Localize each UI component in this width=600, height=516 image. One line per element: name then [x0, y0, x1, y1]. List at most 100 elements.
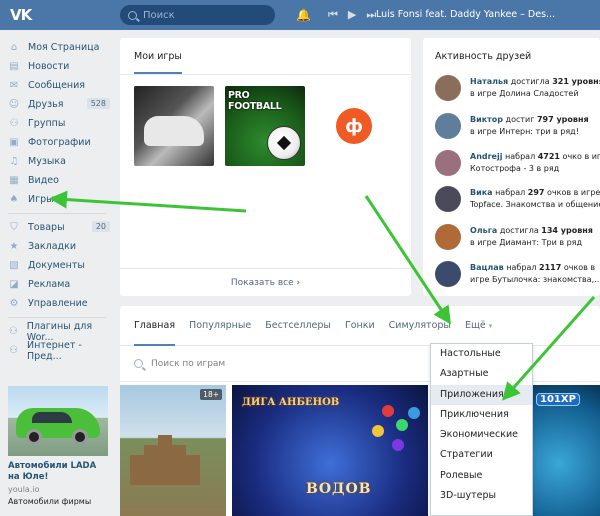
friend-activity-item[interactable]: Вацлав набрал 2117 очков в игре Бутылочка… [435, 261, 600, 291]
avatar[interactable] [435, 261, 461, 287]
friend-name[interactable]: Наталья [470, 77, 508, 86]
sidebar-item-friends[interactable]: ☺ Друзья 528 [0, 95, 112, 114]
friend-activity-text: Наталья достигла 321 уровня в игре Долин… [470, 77, 600, 98]
games-search-placeholder: Поиск по играм [151, 358, 226, 369]
friend-name[interactable]: Виктор [470, 115, 503, 124]
menu-item-economic[interactable]: Экономические [431, 425, 532, 445]
sidebar-item-news[interactable]: ▤ Новости [0, 57, 112, 76]
sidebar-item-plugins[interactable]: ⚇ Плагины для Wor... [0, 321, 112, 343]
game-banner-101xp[interactable]: 101XP [532, 385, 600, 516]
search-input[interactable]: Поиск [120, 5, 275, 25]
game-thumb-racing[interactable] [134, 86, 214, 166]
game-banner-match3[interactable]: ДИГА АНБЕНОВ ВОДОВ [232, 385, 428, 516]
bell-icon[interactable]: 🔔 [296, 8, 311, 22]
tab-main[interactable]: Главная [134, 306, 176, 346]
sidebar-item-documents[interactable]: ▧ Документы [0, 256, 112, 275]
menu-item-rpg[interactable]: Ролевые [431, 466, 532, 486]
search-placeholder: Поиск [143, 9, 175, 21]
divider [8, 213, 106, 214]
friend-name[interactable]: Ольга [470, 226, 497, 235]
friends-activity-title: Активность друзей [435, 51, 532, 62]
chevron-right-icon: › [296, 278, 301, 288]
chevron-down-icon: ▾ [488, 321, 493, 330]
friend-game[interactable]: Котострофа - 3 в ряд [470, 164, 559, 173]
sidebar-item-messages[interactable]: ✉ Сообщения [0, 76, 112, 95]
gem-icon [372, 425, 384, 437]
tab-my-games[interactable]: Мои игры [134, 51, 182, 74]
friend-activity-item[interactable]: Ольга достигла 134 уровня в игре Диамант… [435, 224, 600, 254]
gem-icon [392, 439, 404, 451]
prev-track-icon[interactable]: ⏮ [328, 8, 338, 22]
friend-activity-item[interactable]: Andrejj набрал 4721 очко в игреКотостроф… [435, 150, 600, 180]
friend-name[interactable]: Вацлав [470, 263, 504, 272]
ad-title[interactable]: Автомобили LADA на Юле! [8, 461, 108, 483]
goods-icon: ⛉ [10, 222, 18, 233]
friend-activity-item[interactable]: Виктор достиг 797 уровня в игре Интерн: … [435, 113, 600, 143]
avatar[interactable] [435, 150, 461, 176]
sidebar-ad[interactable]: Автомобили LADA на Юле! youla.io Автомоб… [8, 386, 108, 507]
vk-logo[interactable]: VK [10, 6, 32, 24]
sidebar-item-music[interactable]: ♫ Музыка [0, 152, 112, 171]
menu-item-board[interactable]: Настольные [431, 344, 532, 364]
game-thumb-pro-football[interactable]: PRO FOOTBALL [225, 86, 305, 166]
search-icon [128, 10, 137, 20]
tab-racing[interactable]: Гонки [345, 306, 375, 346]
friend-game[interactable]: в игре Интерн: три в ряд! [470, 127, 579, 136]
sidebar-item-video[interactable]: ▦ Видео [0, 171, 112, 190]
tab-bestsellers[interactable]: Бестселлеры [265, 306, 331, 346]
sidebar-item-games[interactable]: ♠ Игры [0, 190, 112, 209]
menu-item-3d-shooters[interactable]: 3D-шутеры [431, 486, 532, 506]
menu-item-gambling[interactable]: Азартные [431, 364, 532, 384]
friend-name[interactable]: Вика [470, 188, 493, 197]
games-icon: ♠ [9, 194, 19, 205]
fortress-illustration [130, 435, 200, 485]
tab-popular[interactable]: Популярные [189, 306, 251, 346]
manage-icon: ⚙ [9, 298, 19, 309]
sidebar-item-goods[interactable]: ⛉ Товары 20 [0, 218, 112, 237]
friend-activity-item[interactable]: Наталья достигла 321 уровня в игре Долин… [435, 75, 600, 105]
sidebar-item-my-page[interactable]: ⌂ Моя Страница [0, 38, 112, 57]
tab-simulators[interactable]: Симуляторы [389, 306, 451, 346]
age-badge: 18+ [200, 389, 222, 400]
ad-image[interactable] [8, 386, 108, 456]
menu-item-adventure[interactable]: Приключения [431, 405, 532, 425]
left-sidebar: ⌂ Моя Страница ▤ Новости ✉ Сообщения ☺ Друзь… [0, 30, 112, 362]
sidebar-item-manage[interactable]: ⚙ Управление [0, 294, 112, 313]
friend-name[interactable]: Andrejj [470, 152, 502, 161]
groups-icon: ⚇ [9, 118, 19, 129]
avatar[interactable] [435, 224, 461, 250]
gem-icon [382, 405, 394, 417]
next-track-icon[interactable]: ⏭ [366, 8, 376, 22]
gem-icon [408, 407, 420, 419]
tab-more[interactable]: Ещё ▾ [465, 306, 492, 346]
friend-activity-item[interactable]: Вика набрал 297 очков в игре Topface. Зна… [435, 186, 600, 216]
sidebar-item-photos[interactable]: ▣ Фотографии [0, 133, 112, 152]
friend-game[interactable]: в игре Диамант: Три в ряд [470, 238, 582, 247]
friend-game[interactable]: игре Бутылочка: знакомства,... [470, 275, 600, 284]
sidebar-item-internet-group[interactable]: ⚇ Интернет - Пред... [0, 340, 112, 362]
menu-item-strategy[interactable]: Стратегии [431, 445, 532, 465]
friends-activity-block: Активность друзей Наталья достигла 321 у… [423, 38, 600, 296]
menu-item-apps[interactable]: Приложения [431, 384, 532, 405]
game-banner-fortress[interactable]: 18+ [120, 385, 226, 516]
my-games-tabs: Мои игры [120, 38, 411, 75]
sidebar-item-groups[interactable]: ⚇ Группы [0, 114, 112, 133]
friend-activity-text: Ольга достигла 134 уровня в игре Диамант… [470, 226, 593, 247]
avatar[interactable] [435, 186, 461, 212]
sidebar-item-ads[interactable]: ◪ Реклама [0, 275, 112, 294]
gem-icon [396, 419, 408, 431]
sidebar-item-bookmarks[interactable]: ★ Закладки [0, 237, 112, 256]
friend-game[interactable]: в игре Долина Сладостей [470, 89, 579, 98]
avatar[interactable] [435, 75, 461, 101]
game-thumb-f-logo[interactable]: ф [336, 108, 372, 144]
play-icon[interactable]: ▶ [348, 8, 356, 22]
friends-icon: ☺ [8, 99, 20, 110]
current-track[interactable]: Luis Fonsi feat. Daddy Yankee – Des... [376, 9, 555, 20]
group-icon: ⚇ [9, 345, 18, 356]
search-icon [134, 359, 143, 368]
avatar[interactable] [435, 113, 461, 139]
friend-game[interactable]: Topface. Знакомства и общение. [470, 200, 600, 209]
friend-activity-text: Вика набрал 297 очков в игре Topface. Зна… [470, 187, 600, 211]
ads-icon: ◪ [9, 279, 19, 290]
show-all-link[interactable]: Показать все › [120, 268, 411, 296]
